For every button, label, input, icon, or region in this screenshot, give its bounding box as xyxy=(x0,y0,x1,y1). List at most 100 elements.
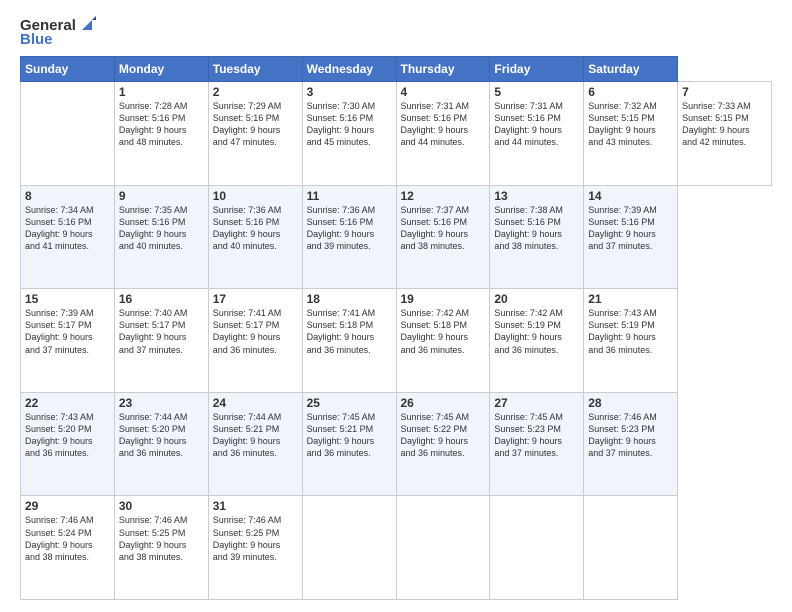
cell-info: Sunrise: 7:36 AMSunset: 5:16 PMDaylight:… xyxy=(307,205,376,251)
calendar-cell: 22 Sunrise: 7:43 AMSunset: 5:20 PMDayligh… xyxy=(21,392,115,496)
cell-info: Sunrise: 7:41 AMSunset: 5:18 PMDaylight:… xyxy=(307,308,376,354)
calendar-cell: 7 Sunrise: 7:33 AMSunset: 5:15 PMDaylight… xyxy=(678,82,772,186)
calendar-cell: 18 Sunrise: 7:41 AMSunset: 5:18 PMDayligh… xyxy=(302,289,396,393)
column-header-monday: Monday xyxy=(114,57,208,82)
calendar-cell: 3 Sunrise: 7:30 AMSunset: 5:16 PMDaylight… xyxy=(302,82,396,186)
calendar-cell: 13 Sunrise: 7:38 AMSunset: 5:16 PMDayligh… xyxy=(490,185,584,289)
cell-info: Sunrise: 7:30 AMSunset: 5:16 PMDaylight:… xyxy=(307,101,376,147)
day-number: 17 xyxy=(213,292,298,306)
calendar-cell: 21Sunrise: 7:43 AMSunset: 5:19 PMDayligh… xyxy=(584,289,678,393)
column-header-sunday: Sunday xyxy=(21,57,115,82)
day-number: 14 xyxy=(588,189,673,203)
cell-info: Sunrise: 7:35 AMSunset: 5:16 PMDaylight:… xyxy=(119,205,188,251)
cell-info: Sunrise: 7:34 AMSunset: 5:16 PMDaylight:… xyxy=(25,205,94,251)
cell-info: Sunrise: 7:43 AMSunset: 5:19 PMDaylight:… xyxy=(588,308,657,354)
logo: General Blue xyxy=(20,16,96,48)
day-number: 22 xyxy=(25,396,110,410)
day-number: 19 xyxy=(401,292,486,306)
calendar-cell: 31 Sunrise: 7:46 AMSunset: 5:25 PMDayligh… xyxy=(208,496,302,600)
calendar-cell xyxy=(396,496,490,600)
calendar-table: SundayMondayTuesdayWednesdayThursdayFrid… xyxy=(20,56,772,600)
logo-blue: Blue xyxy=(20,31,53,48)
cell-info: Sunrise: 7:46 AMSunset: 5:23 PMDaylight:… xyxy=(588,412,657,458)
cell-info: Sunrise: 7:39 AMSunset: 5:17 PMDaylight:… xyxy=(25,308,94,354)
cell-info: Sunrise: 7:43 AMSunset: 5:20 PMDaylight:… xyxy=(25,412,94,458)
calendar-cell: 8 Sunrise: 7:34 AMSunset: 5:16 PMDaylight… xyxy=(21,185,115,289)
day-number: 26 xyxy=(401,396,486,410)
calendar-cell: 10Sunrise: 7:36 AMSunset: 5:16 PMDayligh… xyxy=(208,185,302,289)
calendar-cell: 30Sunrise: 7:46 AMSunset: 5:25 PMDayligh… xyxy=(114,496,208,600)
calendar-cell xyxy=(302,496,396,600)
column-header-saturday: Saturday xyxy=(584,57,678,82)
cell-info: Sunrise: 7:42 AMSunset: 5:19 PMDaylight:… xyxy=(494,308,563,354)
calendar-week-4: 29 Sunrise: 7:46 AMSunset: 5:24 PMDayligh… xyxy=(21,496,772,600)
calendar-cell xyxy=(490,496,584,600)
cell-info: Sunrise: 7:42 AMSunset: 5:18 PMDaylight:… xyxy=(401,308,470,354)
cell-info: Sunrise: 7:46 AMSunset: 5:24 PMDaylight:… xyxy=(25,515,94,561)
cell-info: Sunrise: 7:31 AMSunset: 5:16 PMDaylight:… xyxy=(401,101,470,147)
calendar-cell: 28Sunrise: 7:46 AMSunset: 5:23 PMDayligh… xyxy=(584,392,678,496)
day-number: 20 xyxy=(494,292,579,306)
calendar-cell: 26 Sunrise: 7:45 AMSunset: 5:22 PMDayligh… xyxy=(396,392,490,496)
day-number: 8 xyxy=(25,189,110,203)
calendar-cell: 27 Sunrise: 7:45 AMSunset: 5:23 PMDayligh… xyxy=(490,392,584,496)
day-number: 31 xyxy=(213,499,298,513)
logo-wordmark: General Blue xyxy=(20,16,96,48)
cell-info: Sunrise: 7:38 AMSunset: 5:16 PMDaylight:… xyxy=(494,205,563,251)
calendar-cell: 23 Sunrise: 7:44 AMSunset: 5:20 PMDayligh… xyxy=(114,392,208,496)
day-number: 6 xyxy=(588,85,673,99)
calendar-week-3: 22 Sunrise: 7:43 AMSunset: 5:20 PMDayligh… xyxy=(21,392,772,496)
calendar-week-0: 1Sunrise: 7:28 AMSunset: 5:16 PMDaylight… xyxy=(21,82,772,186)
column-header-thursday: Thursday xyxy=(396,57,490,82)
cell-info: Sunrise: 7:45 AMSunset: 5:22 PMDaylight:… xyxy=(401,412,470,458)
day-number: 16 xyxy=(119,292,204,306)
calendar-body: 1Sunrise: 7:28 AMSunset: 5:16 PMDaylight… xyxy=(21,82,772,600)
calendar-cell: 15Sunrise: 7:39 AMSunset: 5:17 PMDayligh… xyxy=(21,289,115,393)
calendar-cell: 6 Sunrise: 7:32 AMSunset: 5:15 PMDaylight… xyxy=(584,82,678,186)
calendar-cell: 29 Sunrise: 7:46 AMSunset: 5:24 PMDayligh… xyxy=(21,496,115,600)
day-number: 24 xyxy=(213,396,298,410)
day-number: 13 xyxy=(494,189,579,203)
day-number: 23 xyxy=(119,396,204,410)
calendar-cell xyxy=(21,82,115,186)
cell-info: Sunrise: 7:41 AMSunset: 5:17 PMDaylight:… xyxy=(213,308,282,354)
cell-info: Sunrise: 7:45 AMSunset: 5:23 PMDaylight:… xyxy=(494,412,563,458)
cell-info: Sunrise: 7:44 AMSunset: 5:20 PMDaylight:… xyxy=(119,412,188,458)
cell-info: Sunrise: 7:46 AMSunset: 5:25 PMDaylight:… xyxy=(213,515,282,561)
cell-info: Sunrise: 7:29 AMSunset: 5:16 PMDaylight:… xyxy=(213,101,282,147)
cell-info: Sunrise: 7:37 AMSunset: 5:16 PMDaylight:… xyxy=(401,205,470,251)
day-number: 7 xyxy=(682,85,767,99)
calendar-cell: 17 Sunrise: 7:41 AMSunset: 5:17 PMDayligh… xyxy=(208,289,302,393)
day-number: 10 xyxy=(213,189,298,203)
calendar-cell: 4Sunrise: 7:31 AMSunset: 5:16 PMDaylight… xyxy=(396,82,490,186)
cell-info: Sunrise: 7:33 AMSunset: 5:15 PMDaylight:… xyxy=(682,101,751,147)
calendar-cell: 5Sunrise: 7:31 AMSunset: 5:16 PMDaylight… xyxy=(490,82,584,186)
day-number: 12 xyxy=(401,189,486,203)
cell-info: Sunrise: 7:32 AMSunset: 5:15 PMDaylight:… xyxy=(588,101,657,147)
calendar-cell: 12 Sunrise: 7:37 AMSunset: 5:16 PMDayligh… xyxy=(396,185,490,289)
day-number: 29 xyxy=(25,499,110,513)
day-number: 18 xyxy=(307,292,392,306)
day-number: 1 xyxy=(119,85,204,99)
calendar-cell: 24 Sunrise: 7:44 AMSunset: 5:21 PMDayligh… xyxy=(208,392,302,496)
day-number: 9 xyxy=(119,189,204,203)
calendar-cell: 16 Sunrise: 7:40 AMSunset: 5:17 PMDayligh… xyxy=(114,289,208,393)
day-number: 5 xyxy=(494,85,579,99)
calendar-cell xyxy=(584,496,678,600)
calendar-cell: 20 Sunrise: 7:42 AMSunset: 5:19 PMDayligh… xyxy=(490,289,584,393)
calendar-week-2: 15Sunrise: 7:39 AMSunset: 5:17 PMDayligh… xyxy=(21,289,772,393)
calendar-cell: 19 Sunrise: 7:42 AMSunset: 5:18 PMDayligh… xyxy=(396,289,490,393)
cell-info: Sunrise: 7:40 AMSunset: 5:17 PMDaylight:… xyxy=(119,308,188,354)
column-header-tuesday: Tuesday xyxy=(208,57,302,82)
header: General Blue xyxy=(20,16,772,48)
logo-triangle-icon xyxy=(78,16,96,34)
column-header-friday: Friday xyxy=(490,57,584,82)
day-number: 30 xyxy=(119,499,204,513)
calendar-header-row: SundayMondayTuesdayWednesdayThursdayFrid… xyxy=(21,57,772,82)
day-number: 25 xyxy=(307,396,392,410)
cell-info: Sunrise: 7:44 AMSunset: 5:21 PMDaylight:… xyxy=(213,412,282,458)
calendar-cell: 14Sunrise: 7:39 AMSunset: 5:16 PMDayligh… xyxy=(584,185,678,289)
day-number: 27 xyxy=(494,396,579,410)
column-header-wednesday: Wednesday xyxy=(302,57,396,82)
day-number: 3 xyxy=(307,85,392,99)
